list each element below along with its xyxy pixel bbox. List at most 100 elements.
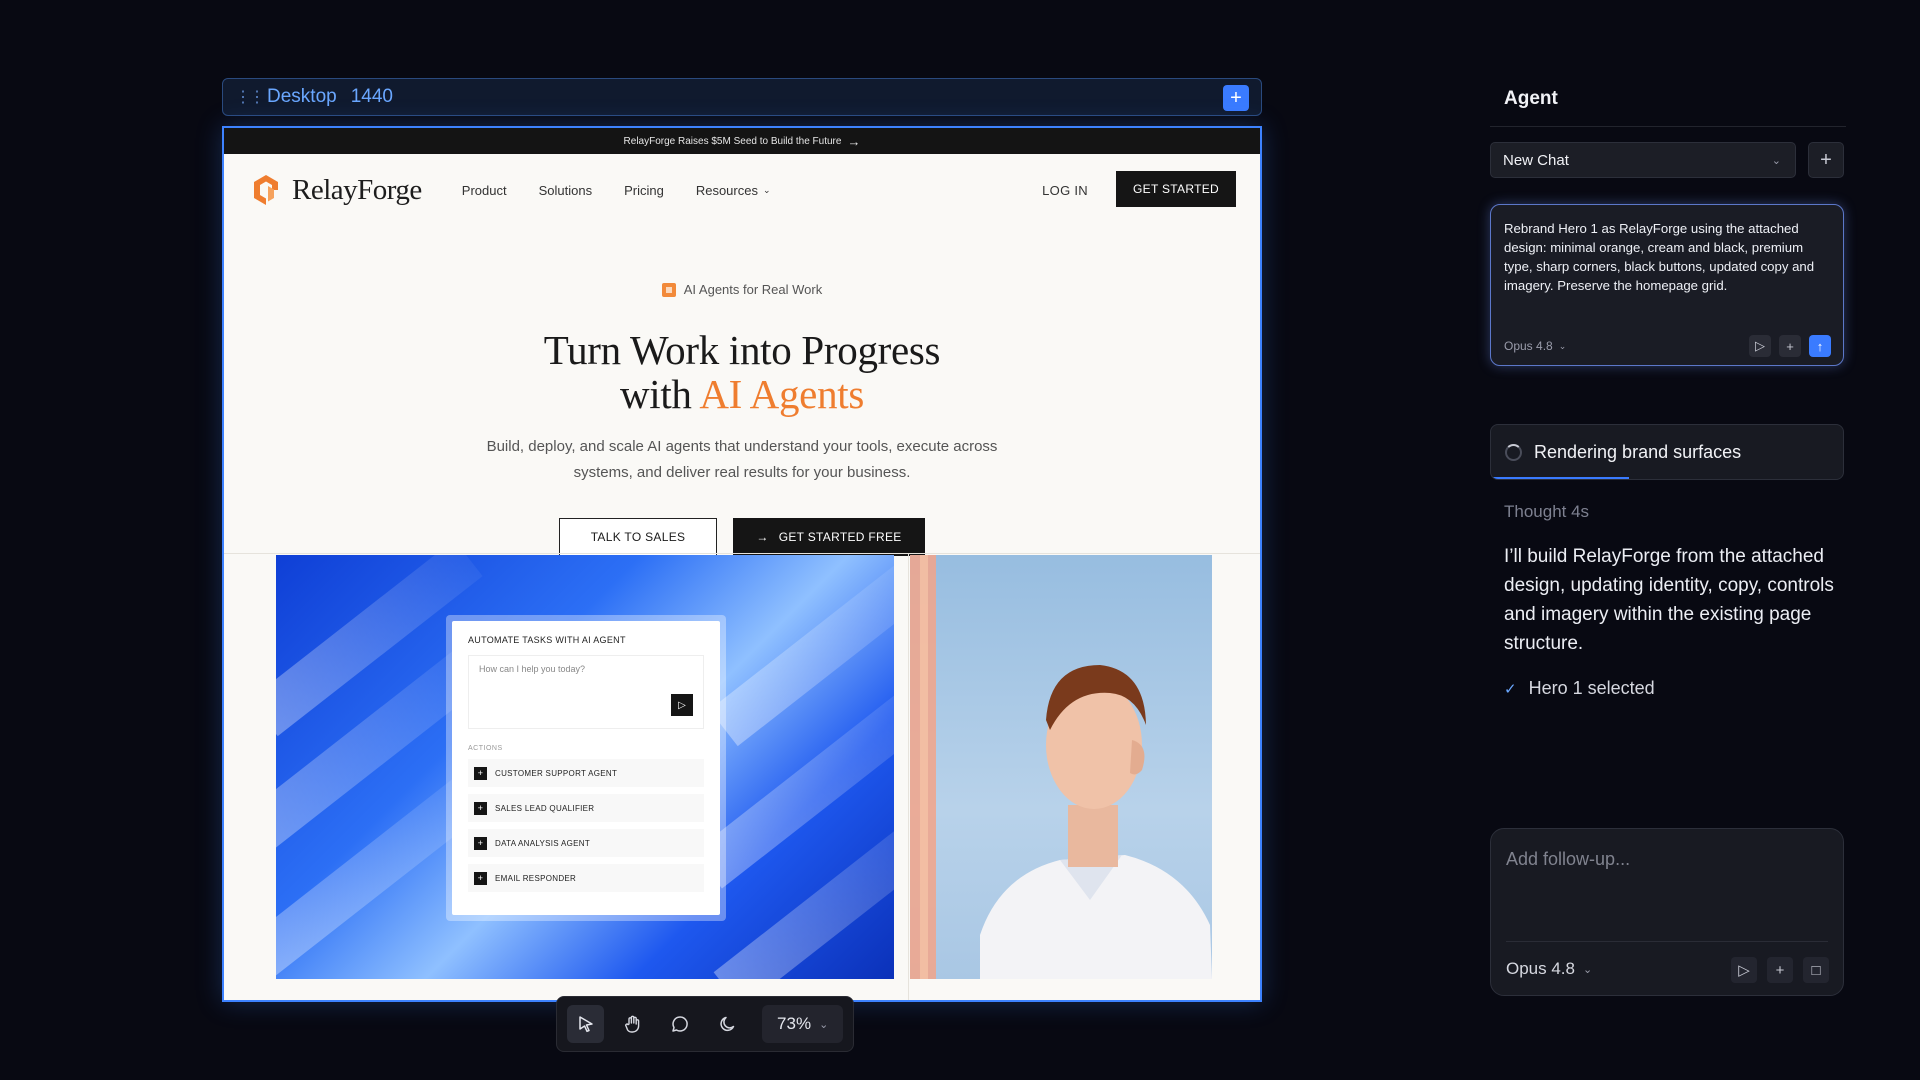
select-element-button[interactable]: ▷ [1731, 957, 1757, 983]
hero-headline: Turn Work into Progress with AI Agents [224, 328, 1260, 416]
agent-card-input[interactable]: How can I help you today? ▷ [468, 655, 704, 729]
plus-icon: + [1820, 148, 1832, 171]
chat-select[interactable]: New Chat ⌄ [1490, 142, 1796, 178]
nav-link-solutions[interactable]: Solutions [539, 183, 592, 198]
send-button[interactable]: ↑ [1809, 335, 1831, 357]
comment-tool-button[interactable] [662, 1005, 699, 1043]
site-logo[interactable]: RelayForge [248, 172, 422, 208]
dark-mode-button[interactable] [709, 1005, 746, 1043]
nav-links: Product Solutions Pricing Resources ⌄ [462, 183, 771, 198]
select-element-button[interactable]: ▷ [1749, 335, 1771, 357]
announcement-text: RelayForge Raises $5M Seed to Build the … [623, 135, 842, 147]
action-plus-icon: + [474, 836, 487, 850]
prompt-box[interactable]: Rebrand Hero 1 as RelayForge using the a… [1490, 204, 1844, 366]
hand-icon [625, 1015, 640, 1033]
hero-images: AUTOMATE TASKS WITH AI AGENT How can I h… [224, 553, 1260, 1000]
nav-link-pricing[interactable]: Pricing [624, 183, 664, 198]
selection-status: ✓ Hero 1 selected [1504, 678, 1655, 699]
attach-button[interactable]: + [1779, 335, 1801, 357]
agent-card: AUTOMATE TASKS WITH AI AGENT How can I h… [446, 615, 726, 921]
attach-button[interactable]: + [1767, 957, 1793, 983]
agent-card-title: AUTOMATE TASKS WITH AI AGENT [468, 635, 626, 645]
hero-badge-text: AI Agents for Real Work [683, 282, 823, 297]
agent-card-inner: AUTOMATE TASKS WITH AI AGENT How can I h… [452, 621, 720, 915]
agent-panel: Agent New Chat ⌄ + Rebrand Hero 1 as Rel… [1490, 0, 1846, 1080]
site-preview[interactable]: RelayForge Raises $5M Seed to Build the … [222, 126, 1262, 1002]
status-progress-bar [1491, 477, 1629, 479]
action-plus-icon: + [474, 766, 487, 780]
followup-box[interactable]: Add follow-up... Opus 4.8 ⌄ ▷ + □ [1490, 828, 1844, 996]
agent-card-placeholder: How can I help you today? [479, 664, 586, 674]
followup-model-label: Opus 4.8 [1506, 959, 1575, 978]
badge-icon [661, 282, 676, 297]
cursor-icon: ▷ [1738, 962, 1750, 979]
followup-placeholder[interactable]: Add follow-up... [1506, 849, 1630, 870]
select-tool-button[interactable] [567, 1005, 605, 1043]
thought-label[interactable]: Thought 4s [1504, 502, 1589, 522]
comment-icon [672, 1016, 689, 1032]
zoom-select[interactable]: 73% ⌄ [762, 1005, 843, 1043]
followup-actions: ▷ + □ [1731, 957, 1829, 983]
prompt-text: Rebrand Hero 1 as RelayForge using the a… [1504, 221, 1815, 293]
headline-accent: AI Agents [699, 370, 865, 417]
nav-link-product[interactable]: Product [462, 183, 507, 198]
chevron-down-icon: ⌄ [1583, 963, 1593, 976]
stop-button[interactable]: □ [1803, 957, 1829, 983]
get-started-free-label: GET STARTED FREE [778, 529, 902, 544]
check-icon: ✓ [1504, 680, 1517, 698]
grid-divider [908, 554, 909, 1000]
talk-to-sales-button[interactable]: TALK TO SALES [559, 517, 717, 556]
arrow-up-icon: ↑ [1816, 338, 1824, 354]
spinner-icon [1505, 443, 1522, 461]
nav-link-resources-label: Resources [695, 182, 758, 198]
site-nav: RelayForge Product Solutions Pricing Res… [224, 154, 1260, 226]
send-icon: ▷ [678, 699, 686, 711]
plus-icon: + [1786, 338, 1794, 354]
headline-line-2: with AI Agents [224, 372, 1260, 416]
announcement-bar[interactable]: RelayForge Raises $5M Seed to Build the … [224, 128, 1260, 154]
plus-icon: + [1230, 87, 1242, 109]
agent-reply: I’ll build RelayForge from the attached … [1504, 546, 1834, 654]
frame-header[interactable]: ⋮⋮ Desktop 1440 + [222, 78, 1262, 116]
prompt-model-label: Opus 4.8 [1504, 339, 1553, 353]
get-started-button[interactable]: GET STARTED [1116, 171, 1236, 207]
abstract-blue-image[interactable]: AUTOMATE TASKS WITH AI AGENT How can I h… [276, 555, 894, 979]
hero-badge: AI Agents for Real Work [661, 282, 823, 297]
action-item[interactable]: + EMAIL RESPONDER [468, 864, 704, 892]
chat-select-value: New Chat [1503, 151, 1569, 169]
action-plus-icon: + [474, 801, 487, 815]
portrait-image[interactable] [910, 555, 1212, 979]
login-link[interactable]: LOG IN [1042, 183, 1088, 198]
action-item[interactable]: + SALES LEAD QUALIFIER [468, 794, 704, 822]
action-item-label: CUSTOMER SUPPORT AGENT [495, 768, 618, 778]
prompt-actions: ▷ + ↑ [1749, 335, 1831, 357]
add-frame-button[interactable]: + [1223, 85, 1249, 111]
frame-name: Desktop [267, 86, 337, 107]
nav-link-resources[interactable]: Resources ⌄ [696, 183, 771, 198]
chevron-down-icon: ⌄ [819, 1018, 829, 1031]
hero-subtext: Build, deploy, and scale AI agents that … [486, 437, 998, 481]
hero-ctas: TALK TO SALES → GET STARTED FREE [224, 517, 1260, 556]
agent-card-send-button[interactable]: ▷ [671, 694, 693, 716]
followup-divider [1506, 941, 1828, 942]
get-started-free-button[interactable]: → GET STARTED FREE [733, 517, 925, 556]
chevron-down-icon: ⌄ [1771, 154, 1781, 167]
action-item-label: EMAIL RESPONDER [495, 873, 577, 883]
hand-tool-button[interactable] [614, 1005, 651, 1043]
action-item-label: SALES LEAD QUALIFIER [495, 803, 595, 813]
status-text: Rendering brand surfaces [1534, 441, 1742, 462]
drag-handle-icon[interactable]: ⋮⋮ [235, 87, 265, 107]
action-plus-icon: + [474, 871, 487, 885]
canvas-toolbar: 73% ⌄ [556, 996, 854, 1052]
new-chat-button[interactable]: + [1808, 142, 1844, 178]
followup-model-select[interactable]: Opus 4.8 ⌄ [1506, 959, 1592, 979]
action-item[interactable]: + DATA ANALYSIS AGENT [468, 829, 704, 857]
moon-icon [720, 1016, 734, 1032]
selection-status-text: Hero 1 selected [1528, 678, 1655, 698]
prompt-model-select[interactable]: Opus 4.8 ⌄ [1504, 339, 1566, 353]
frame-size: 1440 [350, 86, 393, 107]
actions-label: ACTIONS [468, 745, 503, 752]
action-item[interactable]: + CUSTOMER SUPPORT AGENT [468, 759, 704, 787]
action-item-label: DATA ANALYSIS AGENT [495, 838, 591, 848]
chevron-down-icon: ⌄ [1558, 340, 1567, 351]
